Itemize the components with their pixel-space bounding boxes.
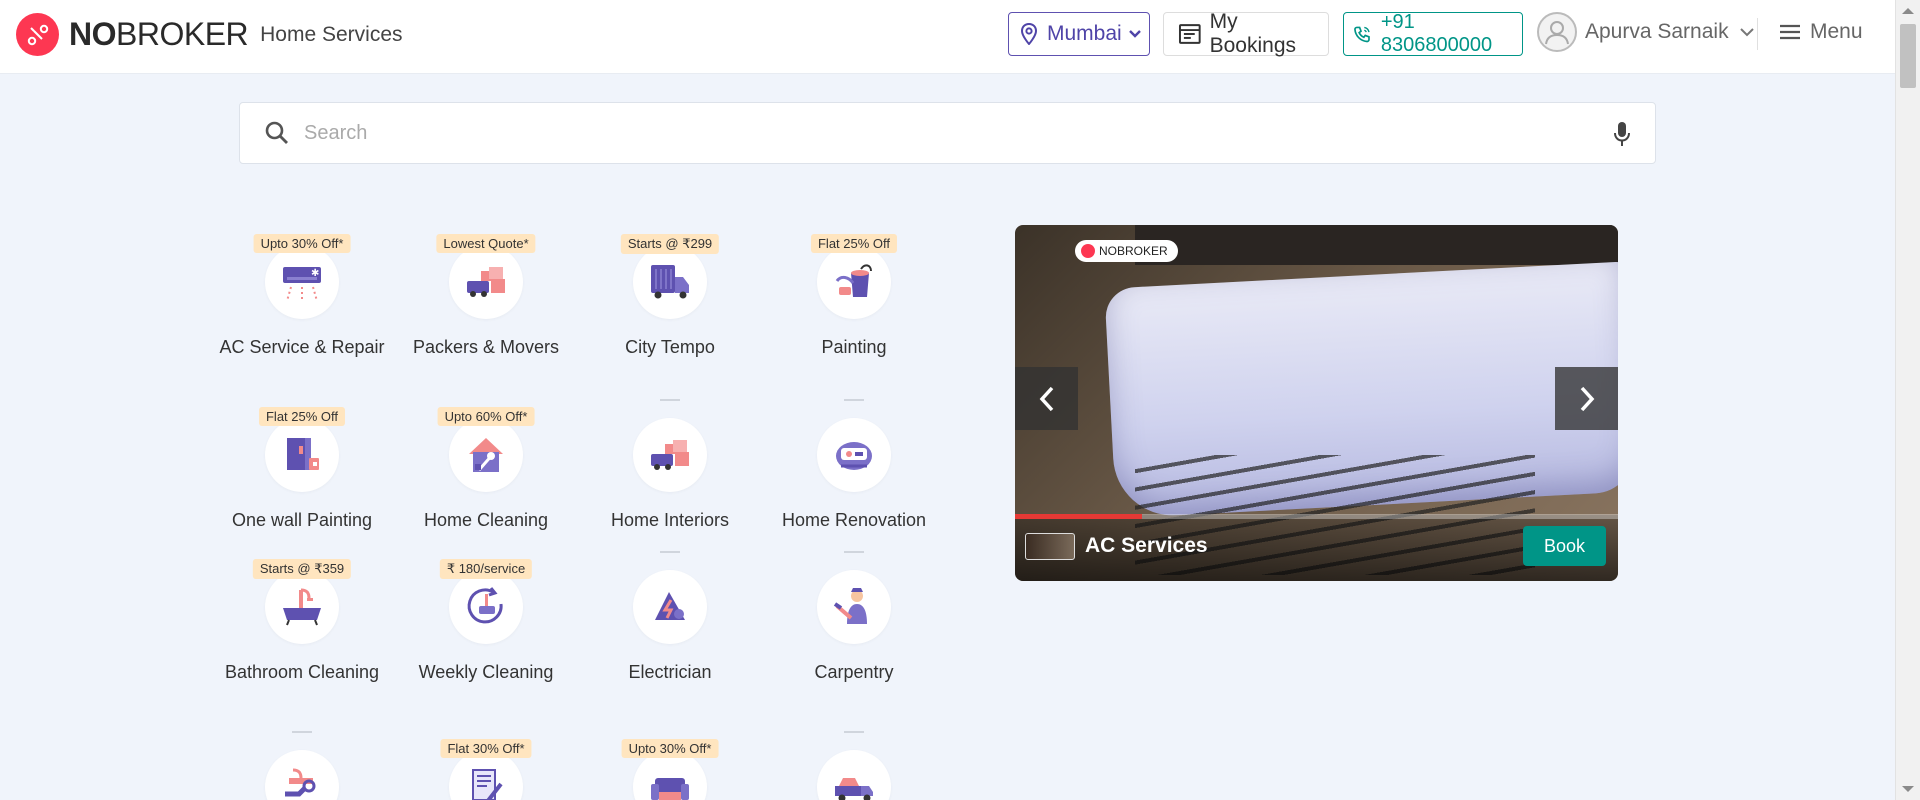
my-bookings-button[interactable]: My Bookings: [1163, 10, 1329, 57]
nobroker-logo[interactable]: NOBROKER Home Services: [16, 13, 403, 56]
bookings-icon: [1178, 24, 1201, 44]
offer-badge: Flat 25% Off: [258, 407, 346, 426]
carousel-next-button[interactable]: [1555, 367, 1618, 430]
offer-badge: Upto 30% Off*: [621, 739, 719, 758]
service-label: Weekly Cleaning: [418, 662, 554, 682]
book-button[interactable]: Book: [1523, 526, 1606, 566]
scroll-down-arrow[interactable]: [1902, 786, 1914, 792]
offer-badge: ₹ 180/service: [439, 559, 533, 579]
top-header: NOBROKER Home Services Mumbai My Booking…: [0, 0, 1895, 74]
carousel-prev-button[interactable]: [1015, 367, 1078, 430]
service-label: Bathroom Cleaning: [224, 662, 380, 682]
header-divider: [1757, 18, 1758, 50]
ac-icon: ✱: [265, 245, 339, 319]
menu-label: Menu: [1810, 20, 1863, 43]
logo-icon: [16, 13, 59, 56]
menu-button[interactable]: Menu: [1778, 20, 1863, 44]
location-label: Mumbai: [1047, 22, 1122, 45]
video-progress-bar[interactable]: [1015, 514, 1618, 519]
electrician-icon: [633, 570, 707, 644]
video-title: AC Services: [1085, 534, 1208, 557]
offer-badge: Starts @ ₹299: [620, 234, 720, 254]
scroll-up-arrow[interactable]: [1902, 8, 1914, 14]
offer-badge: Upto 60% Off*: [437, 407, 535, 426]
interiors-icon: [633, 418, 707, 492]
service-label: City Tempo: [625, 337, 715, 357]
chevron-right-icon: [1580, 386, 1594, 411]
hamburger-icon: [1780, 24, 1800, 40]
home-cleaning-icon: [449, 418, 523, 492]
search-icon: [265, 121, 288, 144]
offer-badge: Upto 30% Off*: [253, 234, 351, 253]
plumbing-icon: [265, 750, 339, 800]
service-label: Home Interiors: [610, 510, 730, 530]
wall-paint-icon: [265, 418, 339, 492]
chevron-left-icon: [1039, 386, 1053, 411]
bathtub-icon: [265, 570, 339, 644]
service-label: Home Cleaning: [423, 510, 549, 530]
divider: [844, 731, 864, 733]
service-label: Packers & Movers: [412, 337, 560, 357]
paint-bucket-icon: [817, 245, 891, 319]
offer-badge: Starts @ ₹359: [252, 559, 352, 579]
weekly-cleaning-icon: [449, 570, 523, 644]
brand-name: NOBROKER: [69, 16, 249, 52]
offer-badge: Lowest Quote*: [436, 234, 536, 253]
service-label: Home Renovation: [781, 510, 927, 530]
chevron-down-icon: [1128, 30, 1141, 38]
service-label: One wall Painting: [231, 510, 373, 530]
search-bar[interactable]: [239, 102, 1656, 164]
divider: [844, 551, 864, 553]
search-input[interactable]: [304, 121, 1594, 145]
car-transport-icon: [817, 750, 891, 800]
service-label: Painting: [821, 337, 887, 357]
renovation-icon: [817, 418, 891, 492]
location-pin-icon: [1021, 23, 1037, 45]
divider: [844, 399, 864, 401]
video-scene: [1135, 225, 1618, 265]
my-bookings-label: My Bookings: [1209, 10, 1297, 57]
ac-services-video[interactable]: NOBROKER AC Services Book: [1015, 225, 1618, 581]
service-label: Electrician: [628, 662, 712, 682]
phone-button[interactable]: +91 8306800000: [1343, 11, 1523, 56]
chevron-down-icon: [1739, 28, 1754, 37]
divider: [292, 731, 312, 733]
service-label: AC Service & Repair: [219, 337, 385, 357]
location-selector[interactable]: Mumbai: [1008, 12, 1150, 56]
microphone-icon[interactable]: [1613, 121, 1631, 147]
service-label: Carpentry: [814, 662, 894, 682]
video-progress-fill: [1015, 514, 1142, 519]
phone-icon: [1354, 26, 1370, 43]
video-thumbnail: [1025, 533, 1075, 560]
divider: [660, 551, 680, 553]
offer-badge: Flat 30% Off*: [440, 739, 532, 758]
truck-boxes-icon: [449, 245, 523, 319]
video-brand-watermark: NOBROKER: [1075, 240, 1178, 262]
user-name: Apurva Sarnaik: [1585, 20, 1729, 43]
svg-text:✱: ✱: [311, 268, 319, 279]
carpentry-icon: [817, 570, 891, 644]
offer-badge: Flat 25% Off: [810, 234, 898, 253]
tempo-icon: [633, 245, 707, 319]
divider: [660, 399, 680, 401]
avatar: [1537, 12, 1577, 52]
page-scrollbar[interactable]: [1895, 0, 1920, 800]
phone-number: +91 8306800000: [1380, 11, 1493, 56]
scroll-thumb[interactable]: [1900, 24, 1916, 88]
user-menu[interactable]: Apurva Sarnaik: [1537, 12, 1755, 52]
brand-subtitle: Home Services: [260, 22, 403, 46]
